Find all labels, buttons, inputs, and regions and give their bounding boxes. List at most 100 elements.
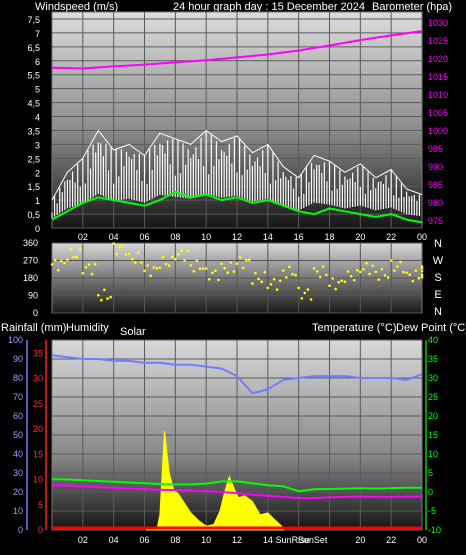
temperature-y-tick-label: 0 <box>428 487 433 497</box>
temperature-y-tick-label: -10 <box>428 525 441 535</box>
direction-point <box>297 286 301 290</box>
direction-point <box>414 269 418 272</box>
direction-point <box>164 262 168 266</box>
pressure-y-tick-label: 1020 <box>428 54 448 64</box>
direction-point <box>356 268 359 272</box>
pressure-y-tick-label: 980 <box>428 198 443 208</box>
direction-point <box>124 253 128 256</box>
direction-point <box>214 269 217 273</box>
direction-point <box>365 262 368 265</box>
humidity-y-tick-label: 0 <box>18 525 23 535</box>
direction-point <box>127 252 131 256</box>
wind-y-tick-label: 2 <box>35 168 40 178</box>
direction-point <box>399 260 402 264</box>
direction-point <box>393 269 396 272</box>
rain-y-tick-label: 30 <box>33 374 43 384</box>
compass-label: W <box>433 255 444 267</box>
direction-point <box>309 298 313 301</box>
direction-point <box>235 262 239 266</box>
humidity-axis-label: Humidity <box>66 322 109 334</box>
direction-point <box>174 257 177 261</box>
direction-point <box>161 255 165 259</box>
direction-point <box>81 271 85 275</box>
humidity-y-tick-label: 70 <box>13 392 23 402</box>
direction-point <box>84 266 88 269</box>
weather-chart: Windspeed (m/s) 24 hour graph day : 15 D… <box>1 1 466 545</box>
direction-point <box>177 253 180 256</box>
direction-point <box>241 266 245 270</box>
wind-x-tick-label: 20 <box>355 232 365 242</box>
temp-x-tick-label: 02 <box>78 535 88 545</box>
direction-point <box>186 249 189 253</box>
humidity-y-tick-label: 30 <box>13 468 23 478</box>
wind-y-tick-label: 6 <box>35 57 40 67</box>
direction-point <box>63 261 66 265</box>
rain-y-tick-label: 15 <box>33 449 43 459</box>
pressure-y-tick-label: 995 <box>428 144 443 154</box>
direction-point <box>272 277 276 281</box>
wind-x-tick-label: 10 <box>201 232 211 242</box>
direction-point <box>146 264 149 267</box>
direction-point <box>328 284 331 288</box>
wind-y-tick-label: 0 <box>35 224 40 234</box>
chart-title: 24 hour graph day : 15 December 2024 <box>173 1 365 13</box>
direction-point <box>75 255 78 259</box>
wind-y-tick-label: 5 <box>35 85 40 95</box>
direction-y-tick-label: 90 <box>28 291 38 301</box>
wind-y-tick-label: 7 <box>35 29 40 39</box>
direction-point <box>211 271 214 275</box>
direction-point <box>109 295 112 299</box>
direction-point <box>248 258 251 262</box>
direction-point <box>69 247 72 251</box>
direction-point <box>134 261 137 264</box>
direction-point <box>383 274 387 277</box>
windspeed-axis-label: Windspeed (m/s) <box>35 1 118 13</box>
wind-x-tick-label: 00 <box>417 232 427 242</box>
direction-point <box>275 288 279 291</box>
direction-point <box>195 259 199 263</box>
wind-x-tick-label: 18 <box>324 232 334 242</box>
direction-point <box>112 242 115 245</box>
direction-point <box>223 266 226 270</box>
direction-point <box>93 262 97 266</box>
direction-point <box>396 265 399 268</box>
direction-point <box>417 276 421 280</box>
direction-point <box>300 297 304 300</box>
wind-y-tick-label: 3,5 <box>27 126 40 136</box>
direction-point <box>97 293 100 297</box>
direction-point <box>245 258 248 262</box>
direction-point <box>192 270 196 273</box>
compass-label: S <box>434 272 441 284</box>
temp-x-tick-label: 04 <box>109 535 119 545</box>
direction-point <box>377 278 381 281</box>
direction-point <box>291 272 294 276</box>
humidity-y-tick-label: 100 <box>8 335 23 345</box>
pressure-y-tick-label: 1015 <box>428 72 448 82</box>
compass-label: N <box>434 306 442 318</box>
direction-point <box>232 270 236 273</box>
direction-y-tick-label: 0 <box>33 308 38 318</box>
direction-point <box>334 287 338 291</box>
humidity-y-tick-label: 60 <box>13 411 23 421</box>
direction-point <box>285 276 288 279</box>
rainfall-axis-label: Rainfall (mm) <box>1 322 66 334</box>
direction-point <box>288 265 291 269</box>
direction-point <box>331 277 334 280</box>
humidity-y-tick-label: 50 <box>13 430 23 440</box>
direction-point <box>115 252 119 256</box>
wind-y-tick-label: 1 <box>35 196 40 206</box>
temperature-axis-label: Temperature (°C) <box>312 322 396 334</box>
rain-y-tick-label: 20 <box>33 424 43 434</box>
direction-point <box>325 273 328 277</box>
wind-x-tick-label: 04 <box>109 232 119 242</box>
direction-point <box>189 264 193 267</box>
compass-label: N <box>434 238 442 250</box>
direction-point <box>389 259 393 262</box>
direction-point <box>103 288 106 292</box>
direction-point <box>53 258 57 262</box>
direction-y-tick-label: 360 <box>23 238 38 248</box>
direction-point <box>121 244 125 248</box>
direction-point <box>251 282 254 285</box>
direction-point <box>167 264 171 267</box>
direction-point <box>56 268 60 272</box>
